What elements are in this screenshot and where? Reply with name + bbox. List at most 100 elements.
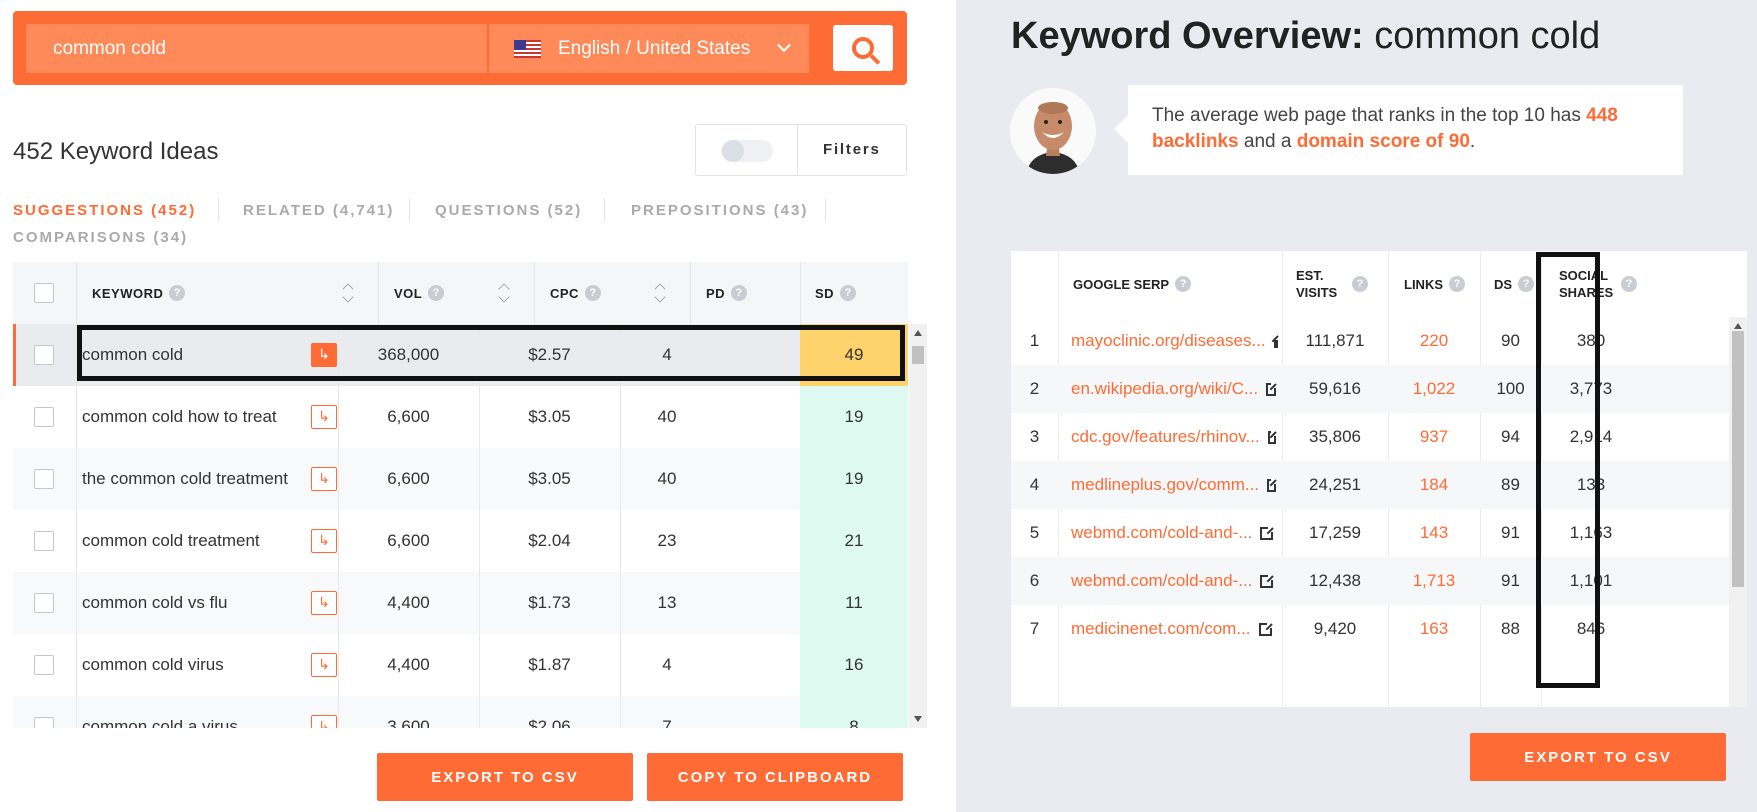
links-cell[interactable]: 220 (1388, 317, 1480, 365)
serp-scrollbar[interactable] (1729, 317, 1747, 707)
rank-cell: 3 (1029, 427, 1040, 446)
serp-table: GOOGLE SERP? EST. VISITS? LINKS? DS? SOC… (1011, 251, 1747, 707)
domain-score-value: domain score of 90 (1296, 131, 1470, 152)
tab-comparisons[interactable]: COMPARISONS (34) (13, 229, 188, 246)
help-icon[interactable]: ? (169, 285, 186, 301)
tab-prepositions[interactable]: PREPOSITIONS (43) (631, 202, 808, 219)
help-icon[interactable]: ? (428, 285, 445, 301)
keyword-cell[interactable]: the common cold treatment (82, 448, 297, 510)
row-checkbox[interactable] (34, 345, 54, 365)
external-link-icon[interactable] (1260, 573, 1275, 588)
sort-icon[interactable] (343, 282, 353, 304)
links-cell[interactable]: 184 (1388, 461, 1480, 509)
help-icon[interactable]: ? (840, 285, 857, 301)
open-keyword-icon[interactable]: ↳ (311, 529, 337, 553)
table-scrollbar[interactable] (909, 324, 927, 728)
scrollbar-thumb[interactable] (912, 346, 924, 364)
open-keyword-icon[interactable]: ↳ (311, 715, 337, 728)
header-ds-label: DS (1494, 276, 1513, 292)
us-flag-icon (514, 39, 541, 58)
open-keyword-icon[interactable]: ↳ (311, 405, 337, 429)
external-link-icon[interactable] (1267, 429, 1278, 444)
help-icon[interactable]: ? (1518, 276, 1535, 292)
links-cell[interactable]: 143 (1388, 509, 1480, 557)
header-ds: DS? (1494, 251, 1535, 317)
ds-cell: 89 (1501, 475, 1520, 494)
serp-url-link[interactable]: en.wikipedia.org/wiki/C... (1071, 365, 1277, 413)
export-csv-button[interactable]: EXPORT TO CSV (1470, 733, 1726, 781)
keyword-cell[interactable]: common cold vs flu (82, 572, 297, 634)
links-cell[interactable]: 163 (1388, 605, 1480, 653)
header-vol[interactable]: VOL? (394, 262, 445, 324)
external-link-icon[interactable] (1272, 333, 1279, 348)
sort-icon[interactable] (655, 282, 665, 304)
row-checkbox[interactable] (34, 717, 54, 728)
help-icon[interactable]: ? (1449, 276, 1465, 292)
row-checkbox[interactable] (34, 407, 54, 427)
tab-related[interactable]: RELATED (4,741) (243, 202, 394, 219)
header-links: LINKS? (1404, 251, 1465, 317)
row-checkbox[interactable] (34, 531, 54, 551)
external-link-icon[interactable] (1260, 525, 1275, 540)
tab-questions[interactable]: QUESTIONS (52) (435, 202, 582, 219)
export-csv-button[interactable]: EXPORT TO CSV (377, 753, 633, 801)
summary-text: The average web page that ranks in the t… (1152, 105, 1587, 126)
serp-url-link[interactable]: mayoclinic.org/diseases... (1071, 317, 1279, 365)
row-checkbox[interactable] (34, 593, 54, 613)
table-row[interactable]: common cold vs flu ↳ 4,400 $1.73 13 11 (13, 572, 908, 634)
open-keyword-icon[interactable]: ↳ (311, 653, 337, 677)
header-vol-label: VOL (394, 285, 423, 301)
table-row[interactable]: common cold treatment ↳ 6,600 $2.04 23 21 (13, 510, 908, 572)
filters-button[interactable]: Filters (823, 141, 881, 158)
tab-suggestions[interactable]: SUGGESTIONS (452) (13, 202, 196, 219)
keyword-cell[interactable]: common cold virus (82, 634, 297, 696)
links-cell[interactable]: 1,713 (1388, 557, 1480, 605)
copy-clipboard-button[interactable]: COPY TO CLIPBOARD (647, 753, 903, 801)
header-sd[interactable]: SD? (815, 262, 857, 324)
row-checkbox[interactable] (34, 655, 54, 675)
external-link-icon[interactable] (1266, 381, 1277, 396)
open-keyword-icon[interactable]: ↳ (311, 467, 337, 491)
links-cell[interactable]: 937 (1388, 413, 1480, 461)
table-row[interactable]: common cold how to treat ↳ 6,600 $3.05 40 19 (13, 386, 908, 448)
header-pd[interactable]: PD? (706, 262, 748, 324)
filters-control: Filters (695, 124, 907, 176)
help-icon[interactable]: ? (1175, 276, 1192, 292)
serp-url-link[interactable]: webmd.com/cold-and-... (1071, 557, 1276, 605)
serp-url-link[interactable]: cdc.gov/features/rhinov... (1071, 413, 1278, 461)
select-all-checkbox[interactable] (34, 283, 54, 303)
table-row[interactable]: the common cold treatment ↳ 6,600 $3.05 40 19 (13, 448, 908, 510)
table-row[interactable]: common cold a virus ↳ 3,600 $2.06 7 8 (13, 696, 908, 728)
keyword-cell[interactable]: common cold treatment (82, 510, 297, 572)
table-row: 4 medlineplus.gov/comm... 24,251 184 89 133 (1011, 461, 1729, 509)
serp-url-link[interactable]: medicinenet.com/com... (1071, 605, 1276, 653)
search-button[interactable] (833, 25, 893, 71)
scroll-down-icon[interactable] (914, 716, 922, 722)
sort-icon[interactable] (499, 282, 509, 304)
keyword-cell[interactable]: common cold how to treat (82, 386, 297, 448)
divider (76, 510, 77, 572)
divider (409, 198, 410, 222)
open-keyword-icon[interactable]: ↳ (311, 591, 337, 615)
help-icon[interactable]: ? (1621, 276, 1637, 292)
scroll-up-icon[interactable] (1734, 323, 1742, 329)
help-icon[interactable]: ? (1352, 276, 1368, 292)
row-checkbox[interactable] (34, 469, 54, 489)
links-cell[interactable]: 1,022 (1388, 365, 1480, 413)
keyword-cell[interactable]: common cold a virus (82, 696, 297, 728)
external-link-icon[interactable] (1267, 477, 1277, 492)
scroll-up-icon[interactable] (914, 330, 922, 336)
header-keyword[interactable]: KEYWORD? (92, 262, 186, 324)
external-link-icon[interactable] (1258, 621, 1273, 636)
help-icon[interactable]: ? (584, 285, 601, 301)
language-select[interactable]: English / United States (489, 24, 809, 73)
header-cpc[interactable]: CPC? (550, 262, 601, 324)
serp-url-link[interactable]: medlineplus.gov/comm... (1071, 461, 1277, 509)
serp-url-link[interactable]: webmd.com/cold-and-... (1071, 509, 1276, 557)
pd-cell: 40 (657, 407, 677, 426)
scrollbar-thumb[interactable] (1732, 331, 1744, 587)
help-icon[interactable]: ? (731, 285, 748, 301)
table-row[interactable]: common cold virus ↳ 4,400 $1.87 4 16 (13, 634, 908, 696)
filters-toggle[interactable] (721, 140, 773, 162)
keyword-search-input[interactable] (26, 24, 487, 73)
